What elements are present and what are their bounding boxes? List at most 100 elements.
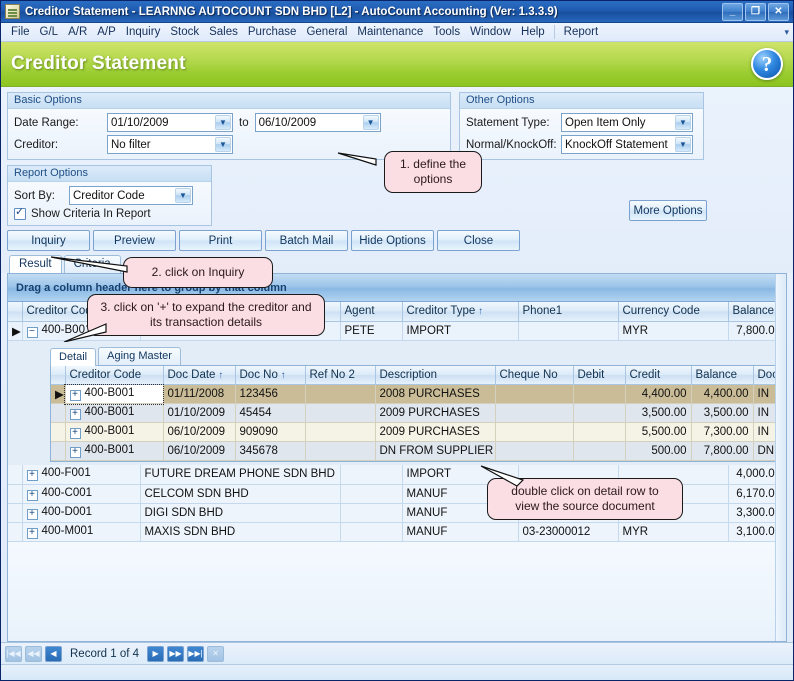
hide-options-button[interactable]: Hide Options: [351, 230, 434, 251]
last-record-button[interactable]: ▶▶|: [187, 645, 205, 662]
sort-by-combo[interactable]: Creditor Code ▼: [69, 186, 193, 205]
statement-type-value: Open Item Only: [565, 116, 646, 129]
creditor-filter-combo[interactable]: No filter ▼: [107, 135, 233, 154]
statement-type-combo[interactable]: Open Item Only ▼: [561, 113, 693, 132]
next-page-button[interactable]: ▶▶: [167, 645, 185, 662]
detail-column-header-ref-no-2[interactable]: Ref No 2: [305, 365, 376, 385]
normal-knockoff-combo[interactable]: KnockOff Statement ▼: [561, 135, 693, 154]
chevron-down-icon[interactable]: ▼: [362, 115, 379, 130]
menu-item-tools[interactable]: Tools: [428, 24, 465, 40]
preview-button[interactable]: Preview: [93, 230, 176, 251]
menu-item-gl[interactable]: G/L: [35, 24, 64, 40]
menu-item-purchase[interactable]: Purchase: [243, 24, 302, 40]
expand-icon[interactable]: +: [26, 527, 38, 539]
detail-column-header-creditor-code[interactable]: Creditor Code: [65, 365, 164, 385]
normal-knockoff-label: Normal/KnockOff:: [466, 138, 557, 151]
detail-grid: Creditor Code Doc Date Doc No Ref No 2 D…: [51, 365, 777, 461]
detail-cell-creditor-code[interactable]: +400-B001: [65, 422, 164, 442]
detail-cell-doc-no: 45454: [235, 403, 306, 423]
cancel-edit-button[interactable]: ✕: [207, 645, 225, 662]
detail-column-header-credit[interactable]: Credit: [625, 365, 692, 385]
expand-icon[interactable]: +: [69, 409, 81, 420]
detail-table-row[interactable]: +400-B001 06/10/2009 345678 DN FROM SUPP…: [51, 441, 777, 461]
menu-item-stock[interactable]: Stock: [165, 24, 204, 40]
expand-icon[interactable]: +: [69, 447, 81, 458]
more-options-button[interactable]: More Options: [629, 200, 707, 221]
app-icon: [5, 4, 20, 19]
menu-item-window[interactable]: Window: [465, 24, 516, 40]
detail-cell-creditor-code[interactable]: +400-B001: [65, 441, 164, 461]
menu-item-sales[interactable]: Sales: [204, 24, 243, 40]
tab-detail[interactable]: Detail: [50, 347, 97, 366]
chevron-down-icon[interactable]: ▾: [784, 27, 789, 38]
detail-column-header-doc-type[interactable]: Doc Type: [753, 365, 777, 385]
cell-creditor-code[interactable]: +400-F001: [22, 465, 141, 485]
detail-cell-ref-no-2: [305, 384, 376, 404]
vertical-scrollbar[interactable]: [775, 274, 786, 641]
help-icon[interactable]: ?: [751, 48, 783, 80]
detail-column-header-debit[interactable]: Debit: [573, 365, 626, 385]
menu-item-report[interactable]: Report: [559, 24, 604, 40]
close-button[interactable]: ✕: [768, 2, 789, 21]
detail-grid-box: Creditor Code Doc Date Doc No Ref No 2 D…: [50, 364, 778, 462]
cell-phone1: [518, 321, 619, 341]
detail-column-header-cheque-no[interactable]: Cheque No: [495, 365, 574, 385]
menu-item-help[interactable]: Help: [516, 24, 550, 40]
menu-item-file[interactable]: File: [6, 24, 35, 40]
date-to-combo[interactable]: 06/10/2009 ▼: [254, 113, 381, 132]
tab-criteria[interactable]: Criteria: [63, 255, 121, 273]
page-banner: Creditor Statement ?: [1, 42, 793, 87]
callout-define-options-line2: options: [413, 172, 453, 186]
checkbox-icon[interactable]: [14, 206, 26, 220]
expand-icon[interactable]: +: [69, 428, 81, 439]
column-header-creditor-type[interactable]: Creditor Type: [402, 302, 519, 322]
menu-item-ap[interactable]: A/P: [92, 24, 121, 40]
column-header-agent[interactable]: Agent: [340, 302, 403, 322]
detail-cell-creditor-code-text: 400-B001: [84, 444, 135, 456]
detail-column-header-balance[interactable]: Balance: [691, 365, 754, 385]
next-record-button[interactable]: ▶: [147, 645, 165, 662]
cell-creditor-code[interactable]: +400-D001: [22, 503, 141, 523]
first-record-button[interactable]: |◀◀: [5, 645, 22, 662]
print-button[interactable]: Print: [179, 230, 262, 251]
cell-creditor-code[interactable]: +400-M001: [22, 522, 141, 542]
menu-item-general[interactable]: General: [301, 24, 352, 40]
minimize-button[interactable]: _: [722, 2, 743, 21]
chevron-down-icon[interactable]: ▼: [675, 137, 691, 152]
inquiry-button[interactable]: Inquiry: [7, 230, 90, 251]
maximize-button[interactable]: ❐: [745, 2, 766, 21]
detail-column-header-description[interactable]: Description: [375, 365, 496, 385]
previous-page-button[interactable]: ◀◀: [25, 645, 42, 662]
menu-item-inquiry[interactable]: Inquiry: [121, 24, 166, 40]
chevron-down-icon[interactable]: ▼: [215, 137, 231, 152]
chevron-down-icon[interactable]: ▼: [675, 115, 691, 130]
detail-cell-creditor-code[interactable]: +400-B001: [64, 383, 164, 405]
expand-icon[interactable]: +: [69, 390, 81, 401]
chevron-down-icon[interactable]: ▼: [215, 115, 231, 130]
menu-item-maintenance[interactable]: Maintenance: [352, 24, 428, 40]
collapse-icon[interactable]: −: [26, 326, 38, 338]
expand-icon[interactable]: +: [26, 470, 38, 482]
cell-creditor-code[interactable]: +400-C001: [22, 484, 141, 504]
date-from-combo[interactable]: 01/10/2009 ▼: [107, 113, 233, 132]
detail-table-row[interactable]: +400-B001 01/10/2009 45454 2009 PURCHASE…: [51, 403, 777, 423]
tab-result[interactable]: Result: [9, 255, 62, 274]
cell-agent: [340, 484, 403, 504]
detail-cell-creditor-code[interactable]: +400-B001: [65, 403, 164, 423]
detail-column-header-doc-no[interactable]: Doc No: [235, 365, 306, 385]
previous-record-button[interactable]: ◀: [45, 645, 62, 662]
column-header-currency-code[interactable]: Currency Code: [618, 302, 729, 322]
table-row[interactable]: +400-M001 MAXIS SDN BHD MANUF 03-2300001…: [8, 522, 786, 542]
show-criteria-checkbox-row[interactable]: Show Criteria In Report: [14, 206, 205, 220]
menu-item-ar[interactable]: A/R: [63, 24, 92, 40]
column-header-phone1[interactable]: Phone1: [518, 302, 619, 322]
close-button-action[interactable]: Close: [437, 230, 520, 251]
batch-mail-button[interactable]: Batch Mail: [265, 230, 348, 251]
detail-column-header-doc-date[interactable]: Doc Date: [163, 365, 236, 385]
expand-icon[interactable]: +: [26, 508, 38, 520]
chevron-down-icon[interactable]: ▼: [175, 188, 191, 203]
expand-icon[interactable]: +: [26, 489, 38, 501]
detail-table-row[interactable]: +400-B001 06/10/2009 909090 2009 PURCHAS…: [51, 422, 777, 442]
detail-table-row[interactable]: ▶ +400-B001 01/11/2008 123456 2008 PURCH…: [51, 383, 777, 405]
tab-aging-master[interactable]: Aging Master: [98, 346, 181, 365]
